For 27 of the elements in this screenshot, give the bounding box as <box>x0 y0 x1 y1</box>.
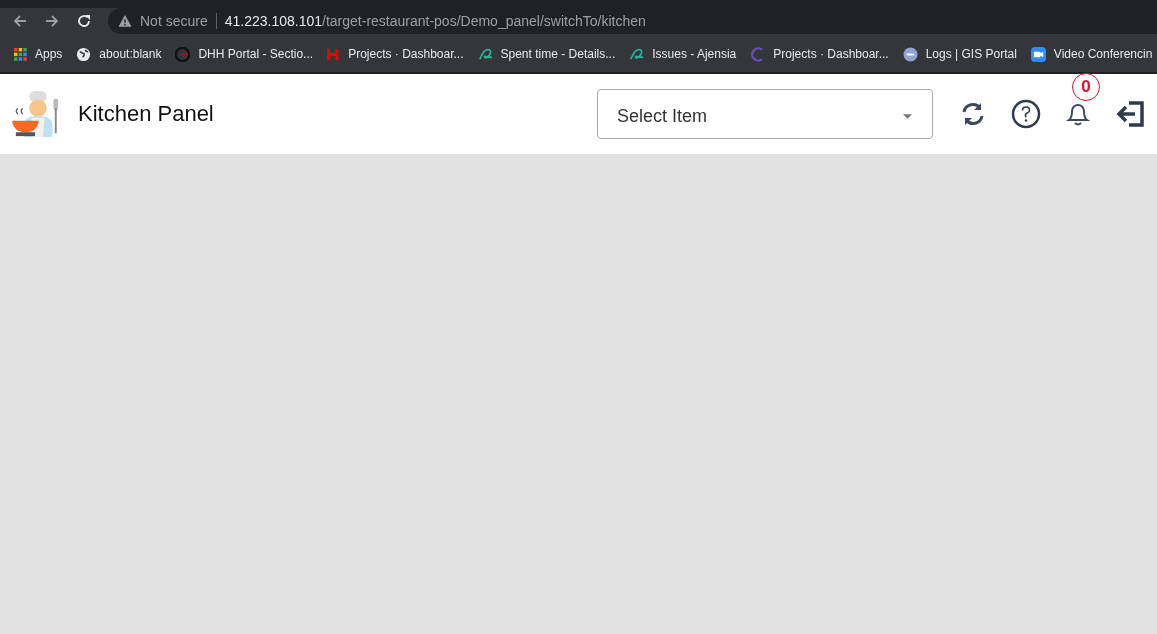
bookmark[interactable]: DHH Portal - Sectio... <box>175 46 314 62</box>
item-select[interactable]: Select Item <box>597 89 933 139</box>
help-icon[interactable] <box>1011 99 1041 129</box>
bookmark[interactable]: Issues - Ajensia <box>629 46 737 62</box>
bookmark[interactable]: Apps <box>14 47 63 61</box>
apps-grid-icon <box>14 47 27 61</box>
logout-icon[interactable] <box>1115 100 1145 128</box>
bookmark[interactable]: Spent time - Details... <box>477 46 616 62</box>
url-text: 41.223.108.101/target-restaurant-pos/Demo_panel/switchTo/kitchen <box>224 13 646 29</box>
round-logo-icon <box>902 46 918 62</box>
forward-arrow-icon[interactable] <box>44 13 60 29</box>
notification-count: 0 <box>1072 73 1100 101</box>
back-arrow-icon[interactable] <box>12 13 28 29</box>
swirl-logo-icon <box>629 46 645 62</box>
swirl-logo-icon <box>477 46 493 62</box>
bookmark[interactable]: Video Conferencin <box>1030 46 1153 62</box>
bookmark[interactable]: about:blank <box>76 46 162 62</box>
bookmark[interactable]: Logs | GIS Portal <box>902 46 1017 62</box>
address-bar[interactable]: Not secure 41.223.108.101/target-restaurant-pos/Demo_panel/switchTo/kitchen <box>108 8 1157 34</box>
page-title: Kitchen Panel <box>78 101 214 127</box>
dropdown-caret-icon <box>903 113 912 119</box>
security-label: Not secure <box>140 13 208 29</box>
bookmark[interactable]: Projects · Dashboar... <box>750 46 889 62</box>
reload-icon[interactable] <box>76 13 92 29</box>
bookmark[interactable]: Projects · Dashboar... <box>327 46 464 62</box>
video-camera-icon <box>1030 46 1046 62</box>
warning-icon <box>118 14 132 28</box>
